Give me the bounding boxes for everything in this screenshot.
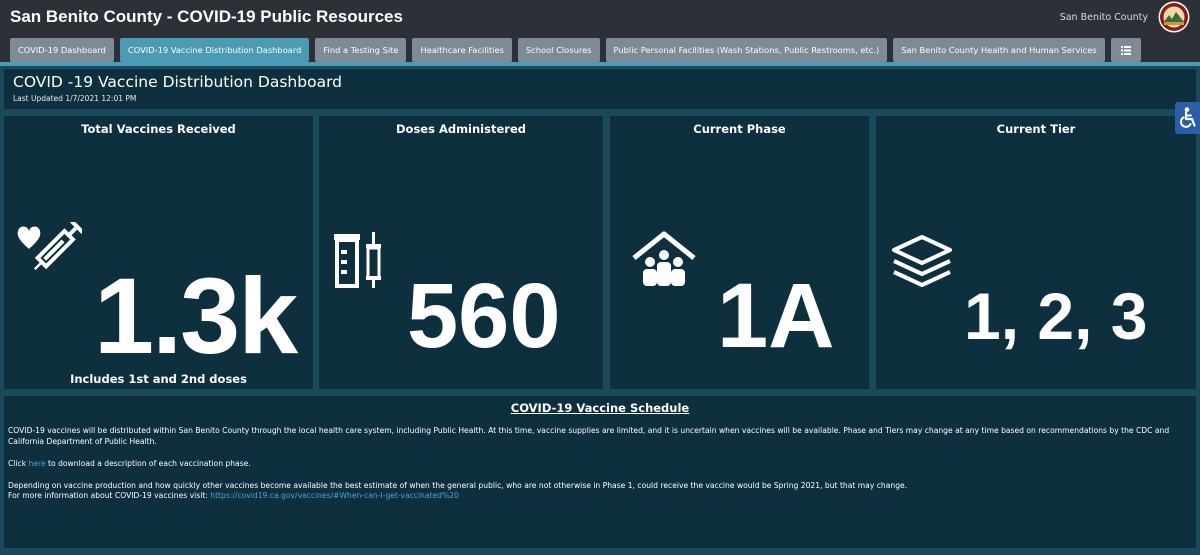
tab-covid-dashboard[interactable]: COVID-19 Dashboard: [10, 38, 114, 62]
card-footer: Includes 1st and 2nd doses: [70, 372, 247, 386]
card-title: Current Tier: [996, 122, 1076, 136]
tab-health-human-services[interactable]: San Benito County Health and Human Servi…: [893, 38, 1105, 62]
schedule-click-line: Click here to download a description of …: [8, 459, 1192, 470]
card-total-vaccines: Total Vaccines Received 1.3k Includes 1s…: [4, 116, 313, 389]
card-value: 560: [407, 265, 561, 367]
card-current-tier: Current Tier 1, 2, 3: [876, 116, 1196, 389]
click-prefix: Click: [8, 459, 29, 468]
card-value: 1A: [717, 265, 835, 367]
card-value: 1.3k: [94, 255, 298, 376]
tab-healthcare-facilities[interactable]: Healthcare Facilities: [412, 38, 512, 62]
tab-bar: COVID-19 Dashboard COVID-19 Vaccine Dist…: [10, 38, 1141, 62]
house-people-icon: [632, 231, 696, 286]
more-info-prefix: For more information about COVID-19 vacc…: [8, 491, 211, 500]
schedule-title: COVID-19 Vaccine Schedule: [510, 401, 690, 415]
card-title: Doses Administered: [396, 122, 526, 136]
county-seal-icon[interactable]: [1158, 1, 1190, 33]
accessibility-button[interactable]: [1175, 102, 1200, 134]
tab-public-facilities[interactable]: Public Personal Facilities (Wash Station…: [605, 38, 888, 62]
heart-syringe-icon: [17, 222, 82, 271]
schedule-more-info: For more information about COVID-19 vacc…: [8, 491, 1192, 502]
list-menu-icon: [1120, 45, 1131, 55]
org-name[interactable]: San Benito County: [1060, 12, 1148, 23]
covid-vaccines-link[interactable]: https://covid19.ca.gov/vaccines/#When-ca…: [210, 491, 459, 500]
card-value: 1, 2, 3: [964, 279, 1148, 353]
layers-icon: [892, 235, 952, 287]
tab-testing-site[interactable]: Find a Testing Site: [315, 38, 407, 62]
tab-school-closures[interactable]: School Closures: [517, 38, 600, 62]
app-title: San Benito County - COVID-19 Public Reso…: [10, 7, 403, 26]
page-title: COVID -19 Vaccine Distribution Dashboard: [13, 73, 343, 91]
card-current-phase: Current Phase 1A: [610, 116, 869, 389]
app-header: San Benito County - COVID-19 Public Reso…: [0, 0, 1200, 66]
card-title: Current Phase: [693, 122, 786, 136]
tab-vaccine-distribution[interactable]: COVID-19 Vaccine Distribution Dashboard: [119, 38, 310, 62]
schedule-paragraph: COVID-19 vaccines will be distributed wi…: [8, 426, 1170, 446]
dashboard-title-panel: COVID -19 Vaccine Distribution Dashboard…: [4, 69, 1196, 109]
vial-syringe-icon: [334, 232, 381, 288]
card-doses-administered: Doses Administered 560: [319, 116, 603, 389]
accessibility-icon: [1179, 107, 1196, 128]
schedule-estimate: Depending on vaccine production and how …: [8, 481, 908, 490]
header-accent-bar: [0, 62, 1200, 66]
tab-menu-button[interactable]: [1110, 38, 1141, 62]
vaccine-schedule-panel: COVID-19 Vaccine Schedule COVID-19 vacci…: [4, 396, 1196, 548]
phase-description-link[interactable]: here: [29, 459, 46, 468]
last-updated: Last Updated 1/7/2021 12:01 PM: [13, 94, 137, 103]
card-title: Total Vaccines Received: [81, 122, 236, 136]
click-suffix: to download a description of each vaccin…: [45, 459, 251, 468]
